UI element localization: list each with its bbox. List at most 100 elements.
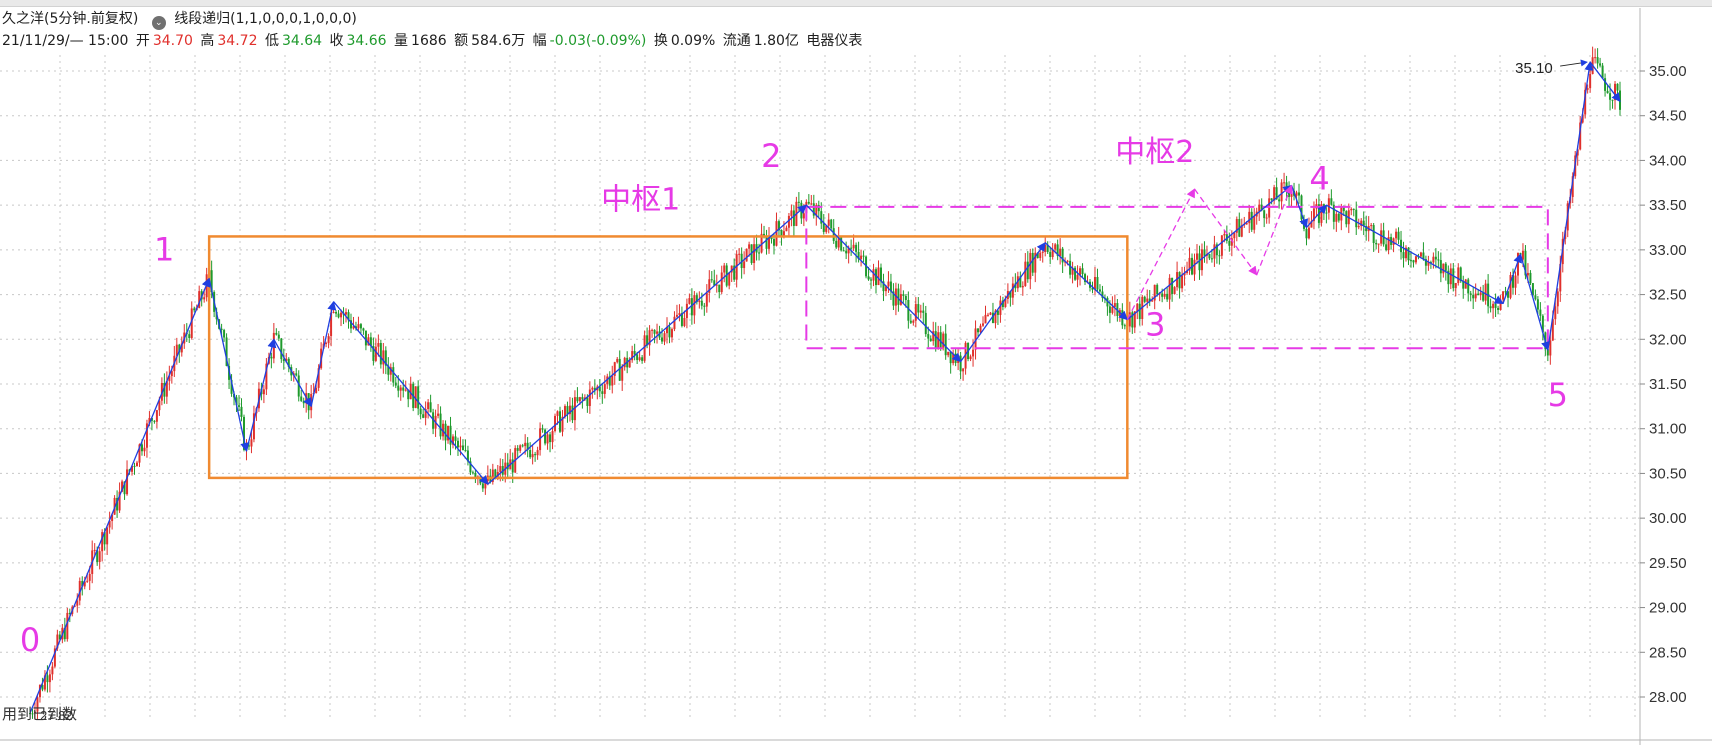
candle-body xyxy=(705,292,708,307)
candle-body xyxy=(688,298,691,304)
candle-body xyxy=(1283,182,1286,184)
candle-body xyxy=(581,397,584,400)
candle-body xyxy=(302,400,305,404)
candle-body xyxy=(623,357,626,368)
candle-body xyxy=(300,396,303,401)
candle-body xyxy=(904,295,907,300)
candle-body xyxy=(922,310,925,313)
candle-body xyxy=(1432,256,1435,263)
candle-body xyxy=(454,436,457,441)
candle-body xyxy=(524,442,527,447)
candle-body xyxy=(745,248,748,262)
candle-body xyxy=(944,333,947,356)
sub-segment-stroke xyxy=(1126,188,1196,320)
candle-body xyxy=(1502,291,1505,300)
candle-body xyxy=(325,342,328,344)
axis-tick-label: 33.00 xyxy=(1649,242,1687,259)
candle-body xyxy=(693,295,696,316)
candle-body xyxy=(1273,187,1276,201)
point-label: 1 xyxy=(154,230,174,268)
candle-body xyxy=(1268,198,1271,218)
candle-body xyxy=(1039,252,1042,259)
axis-tick-label: 35.00 xyxy=(1649,63,1687,80)
candle-body xyxy=(912,320,915,323)
candle-body xyxy=(277,334,280,339)
candle-body xyxy=(394,382,397,386)
candle-body xyxy=(1253,216,1256,230)
candle-body xyxy=(683,318,686,326)
candle-body xyxy=(1357,226,1360,228)
candle-body xyxy=(924,312,927,335)
candle-body xyxy=(586,397,589,406)
candle-body xyxy=(437,413,440,416)
candle-body xyxy=(772,239,775,246)
candle-body xyxy=(753,244,756,264)
candle-body xyxy=(792,210,795,226)
candle-body xyxy=(1166,293,1169,300)
candle-body xyxy=(870,279,873,281)
candle-body xyxy=(1173,287,1176,294)
candle-body xyxy=(1163,293,1166,297)
pivot-zone-label: 中枢1 xyxy=(601,183,680,218)
segment-stroke xyxy=(1519,254,1550,351)
candle-body xyxy=(758,252,761,254)
candle-body xyxy=(959,355,962,372)
candle-body xyxy=(1397,231,1400,240)
candle-body xyxy=(1098,289,1101,292)
candle-body xyxy=(1330,198,1333,205)
candle-body xyxy=(1220,235,1223,256)
candle-body xyxy=(529,449,532,458)
segment-stroke xyxy=(805,204,962,363)
candle-body xyxy=(1021,285,1024,288)
candle-body xyxy=(765,236,768,249)
candle-body xyxy=(1345,211,1348,225)
candle-body xyxy=(1434,256,1437,260)
candle-body xyxy=(1509,274,1512,298)
candle-body xyxy=(439,413,442,437)
candle-body xyxy=(1529,272,1532,284)
segment-stroke xyxy=(1547,61,1594,351)
candle-body xyxy=(1412,260,1415,263)
candle-body xyxy=(1352,208,1355,210)
candle-body xyxy=(1444,263,1447,271)
point-label: 2 xyxy=(761,137,781,175)
candle-body xyxy=(1146,298,1149,302)
candle-body xyxy=(1108,306,1111,313)
candle-body xyxy=(852,244,855,249)
axis-tick-label: 32.00 xyxy=(1649,331,1687,348)
candle-body xyxy=(576,397,579,402)
candle-body xyxy=(1138,303,1141,320)
candle-body xyxy=(720,272,723,293)
candle-body xyxy=(1549,340,1552,356)
candle-body xyxy=(810,203,813,205)
axis-tick-label: 34.00 xyxy=(1649,152,1687,169)
candle-body xyxy=(989,312,992,315)
candle-body xyxy=(1556,291,1559,307)
candle-body xyxy=(1031,252,1034,273)
candle-body xyxy=(1464,279,1467,289)
candle-body xyxy=(93,549,96,551)
price-axis: 28.00 28.50 29.00 29.50 30.00 30.50 31.00 31.50… xyxy=(0,8,1712,745)
candle-body xyxy=(1437,259,1440,261)
candle-body xyxy=(1325,212,1328,214)
candle-body xyxy=(98,551,101,563)
candle-body xyxy=(743,261,746,269)
candle-body xyxy=(332,312,335,314)
candle-body xyxy=(404,389,407,391)
candle-body xyxy=(728,272,731,286)
candle-body xyxy=(1380,230,1383,244)
high-price-annotation: 35.10 xyxy=(1515,60,1553,77)
candle-body xyxy=(544,429,547,444)
candlestick-chart[interactable]: 中枢1 中枢2 0 1 2 3 4 5 35.10 28.00 28.50 29.00 29.50 30… xyxy=(0,0,1712,745)
candle-body xyxy=(1121,310,1124,326)
candle-body xyxy=(427,402,430,410)
candle-body xyxy=(1054,244,1057,250)
candle-body xyxy=(917,304,920,313)
candle-body xyxy=(499,466,502,473)
axis-tick-label: 29.50 xyxy=(1649,555,1687,572)
candle-body xyxy=(670,329,673,338)
candle-body xyxy=(1409,260,1412,262)
candle-body xyxy=(1494,303,1497,308)
candle-body xyxy=(907,299,910,321)
candle-body xyxy=(1059,248,1062,256)
